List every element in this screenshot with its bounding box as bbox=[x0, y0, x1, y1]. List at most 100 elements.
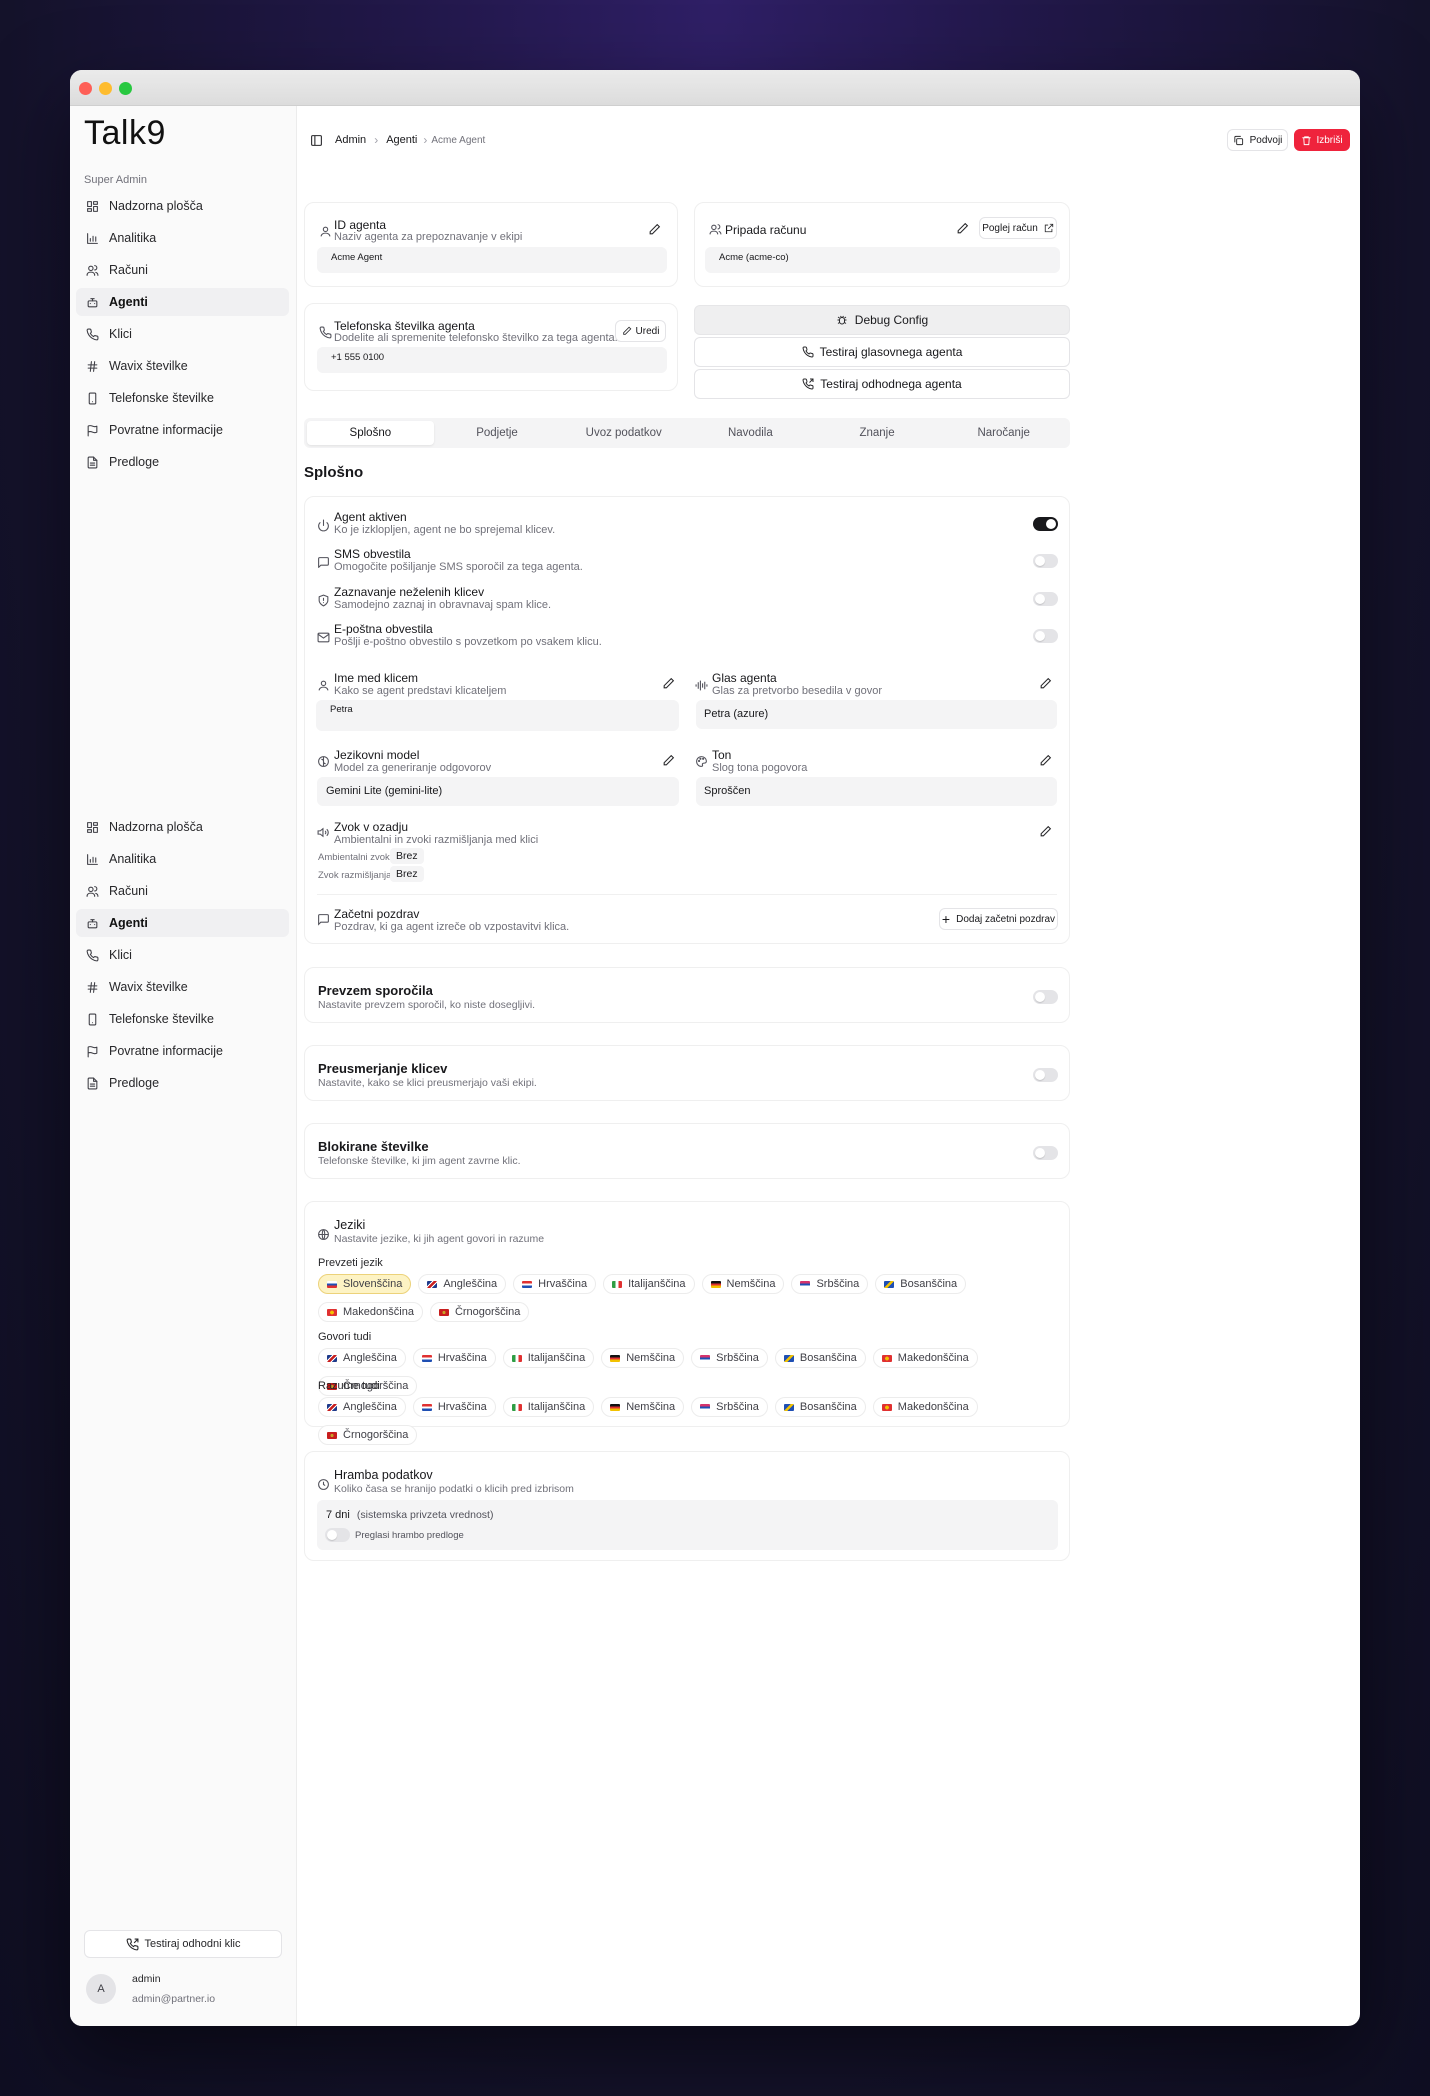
breadcrumb-agents[interactable]: Agenti bbox=[386, 134, 417, 146]
tab-navodila[interactable]: Navodila bbox=[687, 421, 814, 445]
test-outbound-agent-button[interactable]: Testiraj odhodnega agenta bbox=[694, 369, 1070, 399]
language-chip-italijanscina[interactable]: Italijanščina bbox=[502, 1348, 595, 1368]
maximize-window-button[interactable] bbox=[119, 82, 132, 95]
sidebar-toggle-icon[interactable] bbox=[310, 134, 323, 147]
edit-pencil-icon[interactable] bbox=[662, 754, 675, 767]
sidebar-section-label: Super Admin bbox=[84, 174, 147, 186]
debug-config-button[interactable]: Debug Config bbox=[694, 305, 1070, 335]
edit-pencil-icon[interactable] bbox=[956, 222, 969, 235]
forwarding-toggle[interactable] bbox=[1033, 1068, 1058, 1082]
language-chip-hrvascina[interactable]: Hrvaščina bbox=[412, 1397, 496, 1417]
language-chip-crnogorscina[interactable]: Črnogorščina bbox=[429, 1302, 530, 1322]
test-outbound-call-button[interactable]: Testiraj odhodni klic bbox=[84, 1930, 282, 1958]
sidebar-item-wavix-stevilke[interactable]: Wavix številke bbox=[76, 352, 289, 380]
language-chip-nemscina[interactable]: Nemščina bbox=[601, 1348, 685, 1368]
sidebar-item-povratne-informacije[interactable]: Povratne informacije bbox=[76, 1037, 289, 1065]
phone-title: Telefonska številka agenta bbox=[334, 319, 475, 333]
edit-phone-button[interactable]: Uredi bbox=[615, 320, 666, 342]
tab-znanje[interactable]: Znanje bbox=[814, 421, 941, 445]
sidebar-item-klici[interactable]: Klici bbox=[76, 941, 289, 969]
language-label: Bosanščina bbox=[900, 1278, 958, 1290]
languages-subtitle: Nastavite jezike, ki jih agent govori in… bbox=[334, 1233, 545, 1245]
sidebar-item-agenti[interactable]: Agenti bbox=[76, 288, 289, 316]
minimize-window-button[interactable] bbox=[99, 82, 112, 95]
app-logo[interactable]: Talk9 bbox=[84, 114, 166, 153]
sidebar-item-telefonske-stevilke[interactable]: Telefonske številke bbox=[76, 384, 289, 412]
retention-value-row: 7 dni (sistemska privzeta vrednost) bbox=[326, 1509, 493, 1521]
sidebar-item-agenti[interactable]: Agenti bbox=[76, 909, 289, 937]
language-chip-anglescina[interactable]: Angleščina bbox=[318, 1348, 406, 1368]
language-chip-nemscina[interactable]: Nemščina bbox=[601, 1397, 685, 1417]
language-chip-makedonscina[interactable]: Makedonščina bbox=[872, 1397, 978, 1417]
window-titlebar bbox=[70, 70, 1360, 106]
zaznavanje-nezelenih-klicev-toggle[interactable] bbox=[1033, 592, 1058, 606]
edit-pencil-icon[interactable] bbox=[1039, 754, 1052, 767]
language-chip-srbscina[interactable]: Srbščina bbox=[691, 1348, 768, 1368]
language-chip-srbscina[interactable]: Srbščina bbox=[691, 1397, 768, 1417]
language-chip-anglescina[interactable]: Angleščina bbox=[418, 1274, 507, 1294]
test-voice-agent-button[interactable]: Testiraj glasovnega agenta bbox=[694, 337, 1070, 367]
language-chip-italijanscina[interactable]: Italijanščina bbox=[603, 1274, 695, 1294]
caller-name-field[interactable]: Petra bbox=[316, 700, 679, 731]
sidebar-item-racuni[interactable]: Računi bbox=[76, 256, 289, 284]
sidebar-item-wavix-stevilke[interactable]: Wavix številke bbox=[76, 973, 289, 1001]
language-chip-bosanscina[interactable]: Bosanščina bbox=[774, 1397, 866, 1417]
language-chip-slovenscina[interactable]: Slovenščina bbox=[318, 1274, 412, 1294]
tab-podjetje[interactable]: Podjetje bbox=[434, 421, 561, 445]
delete-button[interactable]: Izbriši bbox=[1294, 129, 1350, 151]
edit-pencil-icon[interactable] bbox=[662, 677, 675, 690]
agent-id-field[interactable]: Acme Agent bbox=[317, 247, 667, 273]
override-retention-toggle[interactable] bbox=[325, 1528, 350, 1542]
sidebar-item-label: Računi bbox=[109, 884, 148, 898]
language-chip-crnogorscina[interactable]: Črnogorščina bbox=[318, 1425, 418, 1445]
sidebar-item-klici[interactable]: Klici bbox=[76, 320, 289, 348]
language-chip-bosanscina[interactable]: Bosanščina bbox=[875, 1274, 967, 1294]
sidebar-item-povratne-informacije[interactable]: Povratne informacije bbox=[76, 416, 289, 444]
tab-narocanje[interactable]: Naročanje bbox=[940, 421, 1067, 445]
language-chip-makedonscina[interactable]: Makedonščina bbox=[872, 1348, 978, 1368]
breadcrumb-admin[interactable]: Admin bbox=[335, 134, 366, 146]
language-chip-hrvascina[interactable]: Hrvaščina bbox=[513, 1274, 597, 1294]
language-chip-hrvascina[interactable]: Hrvaščina bbox=[412, 1348, 496, 1368]
user-profile[interactable]: A admin admin@partner.io bbox=[80, 1964, 285, 2014]
dashboard-icon bbox=[86, 200, 99, 213]
close-window-button[interactable] bbox=[79, 82, 92, 95]
phone-field[interactable]: +1 555 0100 bbox=[317, 347, 667, 373]
sidebar-item-label: Predloge bbox=[109, 1076, 160, 1090]
sidebar-item-analitika[interactable]: Analitika bbox=[76, 845, 289, 873]
voice-field[interactable]: Petra (azure) bbox=[696, 700, 1057, 729]
tab-splosno[interactable]: Splošno bbox=[307, 421, 434, 445]
sidebar-item-predloge[interactable]: Predloge bbox=[76, 448, 289, 476]
agent-aktiven-toggle[interactable] bbox=[1033, 517, 1058, 531]
sidebar-item-predloge[interactable]: Predloge bbox=[76, 1069, 289, 1097]
model-title: Jezikovni model bbox=[334, 748, 420, 762]
account-field[interactable]: Acme (acme-co) bbox=[705, 247, 1060, 273]
edit-pencil-icon[interactable] bbox=[648, 223, 661, 236]
sidebar-item-racuni[interactable]: Računi bbox=[76, 877, 289, 905]
edit-pencil-icon[interactable] bbox=[1039, 825, 1052, 838]
add-greeting-button[interactable]: + Dodaj začetni pozdrav bbox=[939, 908, 1058, 930]
view-account-button[interactable]: Poglej račun bbox=[979, 217, 1057, 239]
language-chip-nemscina[interactable]: Nemščina bbox=[701, 1274, 785, 1294]
forwarding-title: Preusmerjanje klicev bbox=[318, 1061, 448, 1076]
tab-uvoz-podatkov[interactable]: Uvoz podatkov bbox=[560, 421, 687, 445]
language-chip-srbscina[interactable]: Srbščina bbox=[791, 1274, 869, 1294]
sms-obvestila-toggle[interactable] bbox=[1033, 554, 1058, 568]
edit-pencil-icon[interactable] bbox=[1039, 677, 1052, 690]
language-chip-makedonscina[interactable]: Makedonščina bbox=[318, 1302, 423, 1322]
tone-field[interactable]: Sproščen bbox=[696, 777, 1057, 806]
model-field[interactable]: Gemini Lite (gemini-lite) bbox=[317, 777, 679, 806]
sidebar-item-analitika[interactable]: Analitika bbox=[76, 224, 289, 252]
language-chip-anglescina[interactable]: Angleščina bbox=[318, 1397, 406, 1417]
blocked-numbers-toggle[interactable] bbox=[1033, 1146, 1058, 1160]
voicemail-toggle[interactable] bbox=[1033, 990, 1058, 1004]
sidebar-item-nadzorna-plosca[interactable]: Nadzorna plošča bbox=[76, 813, 289, 841]
duplicate-button[interactable]: Podvoji bbox=[1227, 129, 1288, 151]
language-chip-bosanscina[interactable]: Bosanščina bbox=[774, 1348, 866, 1368]
sidebar-item-telefonske-stevilke[interactable]: Telefonske številke bbox=[76, 1005, 289, 1033]
language-chip-italijanscina[interactable]: Italijanščina bbox=[502, 1397, 595, 1417]
sidebar-item-nadzorna-plosca[interactable]: Nadzorna plošča bbox=[76, 192, 289, 220]
smartphone-icon bbox=[86, 1013, 99, 1026]
app-window: Talk9 Super Admin Nadzorna plošča Analiti… bbox=[70, 70, 1360, 2026]
e-postna-obvestila-toggle[interactable] bbox=[1033, 629, 1058, 643]
